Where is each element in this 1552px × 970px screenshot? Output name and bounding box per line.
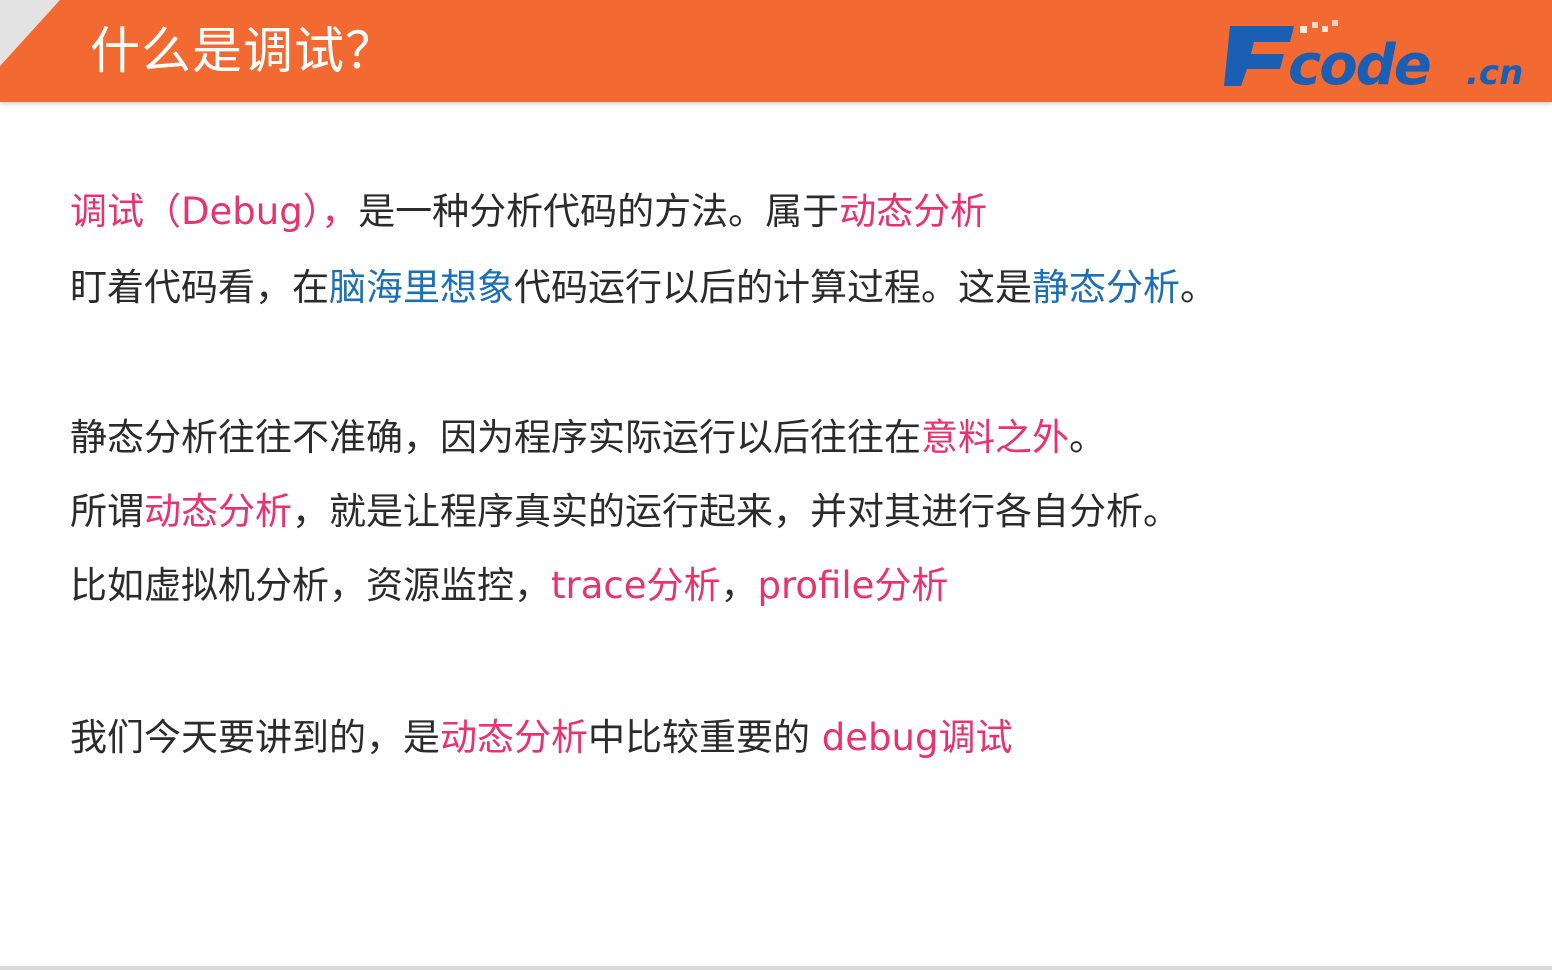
body-text: ， <box>720 564 758 607</box>
body-text: 是一种分析代码的方法。属于 <box>358 190 840 233</box>
paragraph-line-6: 我们今天要讲到的，是动态分析中比较重要的 debug调试 <box>70 708 1012 768</box>
highlight-text: 动态分析 <box>839 190 988 233</box>
highlight-text: 动态分析 <box>144 490 292 533</box>
highlight-text: 调试（Debug）， <box>70 190 359 233</box>
body-text: 比如虚拟机分析，资源监控， <box>70 564 551 607</box>
corner-fold-decoration <box>0 0 60 66</box>
svg-text:.cn: .cn <box>1466 53 1523 93</box>
svg-text:code: code <box>1288 33 1430 94</box>
body-text: 静态分析往往不准确，因为程序实际运行以后往往在 <box>70 416 921 459</box>
bottom-divider <box>0 966 1552 970</box>
paragraph-line-1: 调试（Debug），是一种分析代码的方法。属于动态分析 <box>70 182 987 242</box>
body-text: 我们今天要讲到的，是 <box>70 716 440 759</box>
body-text: 所谓 <box>70 490 144 533</box>
body-text: 盯着代码看，在 <box>70 266 329 309</box>
body-text: ，就是让程序真实的运行起来，并对其进行各自分析。 <box>292 490 1180 533</box>
body-text: 。 <box>1069 416 1106 459</box>
highlight-text: profile分析 <box>757 564 949 607</box>
paragraph-line-5: 比如虚拟机分析，资源监控，trace分析，profile分析 <box>70 556 948 616</box>
slide: 什么是调试？ code .cn 调试（Debug），是一种分析代码的方法。属于动… <box>0 0 1552 970</box>
fcode-logo: code .cn <box>1224 20 1523 94</box>
body-text: 代码运行以后的计算过程。这是 <box>514 266 1032 309</box>
highlight-text: 意料之外 <box>921 416 1069 459</box>
slide-title: 什么是调试？ <box>90 22 396 80</box>
highlight-text: trace分析 <box>551 564 721 607</box>
paragraph-line-3: 静态分析往往不准确，因为程序实际运行以后往往在意料之外。 <box>70 408 1106 468</box>
body-text: 中比较重要的 <box>588 716 822 759</box>
highlight-text: 脑海里想象 <box>329 266 514 309</box>
highlight-text: 静态分析 <box>1032 266 1180 309</box>
paragraph-line-2: 盯着代码看，在脑海里想象代码运行以后的计算过程。这是静态分析。 <box>70 258 1217 318</box>
paragraph-line-4: 所谓动态分析，就是让程序真实的运行起来，并对其进行各自分析。 <box>70 482 1180 542</box>
highlight-text: debug调试 <box>821 716 1013 759</box>
body-text: 。 <box>1180 266 1217 309</box>
highlight-text: 动态分析 <box>440 716 588 759</box>
